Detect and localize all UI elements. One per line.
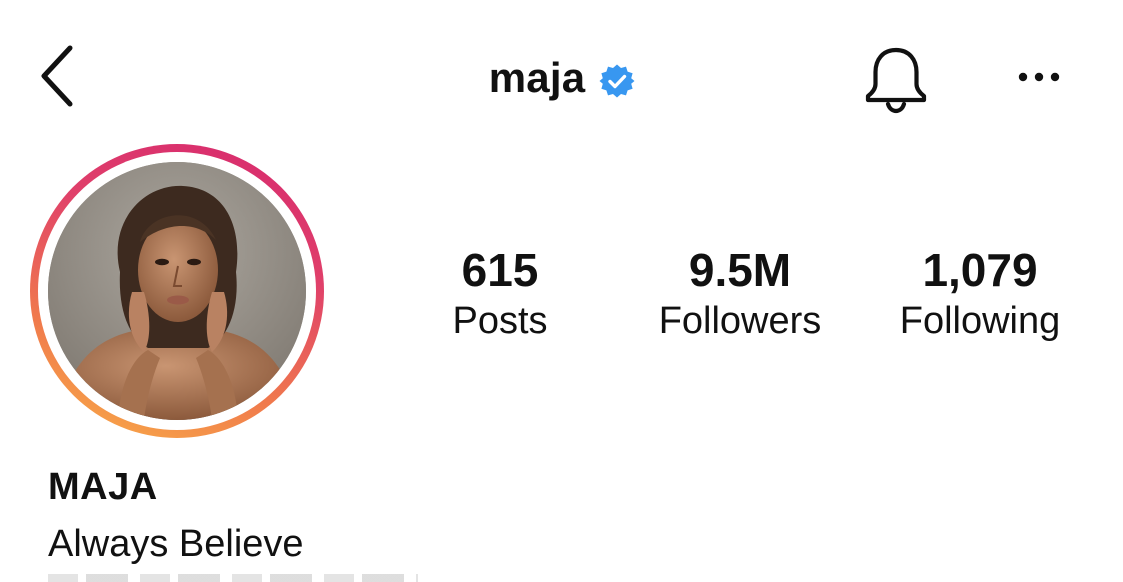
posts-label: Posts <box>452 300 548 342</box>
following-label: Following <box>899 300 1061 342</box>
stat-following[interactable]: 1,079 Following <box>870 244 1090 346</box>
bell-icon <box>865 47 927 114</box>
more-horizontal-icon <box>1018 72 1060 82</box>
more-options-button[interactable] <box>1012 60 1066 94</box>
back-button[interactable] <box>28 36 88 116</box>
following-count: 1,079 <box>922 244 1038 296</box>
avatar-portrait-image <box>48 162 306 420</box>
display-name: MAJA <box>48 466 158 508</box>
stat-posts[interactable]: 615 Posts <box>430 244 570 346</box>
followers-label: Followers <box>658 300 822 342</box>
followers-count: 9.5M <box>688 244 792 296</box>
notifications-button[interactable] <box>862 44 930 114</box>
profile-screen: maja 615 Posts 9.5M Followers 1,079 Foll… <box>0 0 1123 582</box>
posts-count: 615 <box>461 244 539 296</box>
bio-text: Always Believe <box>48 523 304 565</box>
header-title: maja <box>0 48 1123 108</box>
chevron-left-icon <box>41 45 73 107</box>
stat-followers[interactable]: 9.5M Followers <box>630 244 850 346</box>
username-title: maja <box>488 54 586 101</box>
avatar <box>48 162 306 420</box>
verified-badge-icon <box>599 63 635 99</box>
bio-next-line-cropped <box>48 574 418 582</box>
story-ring[interactable] <box>30 144 324 438</box>
